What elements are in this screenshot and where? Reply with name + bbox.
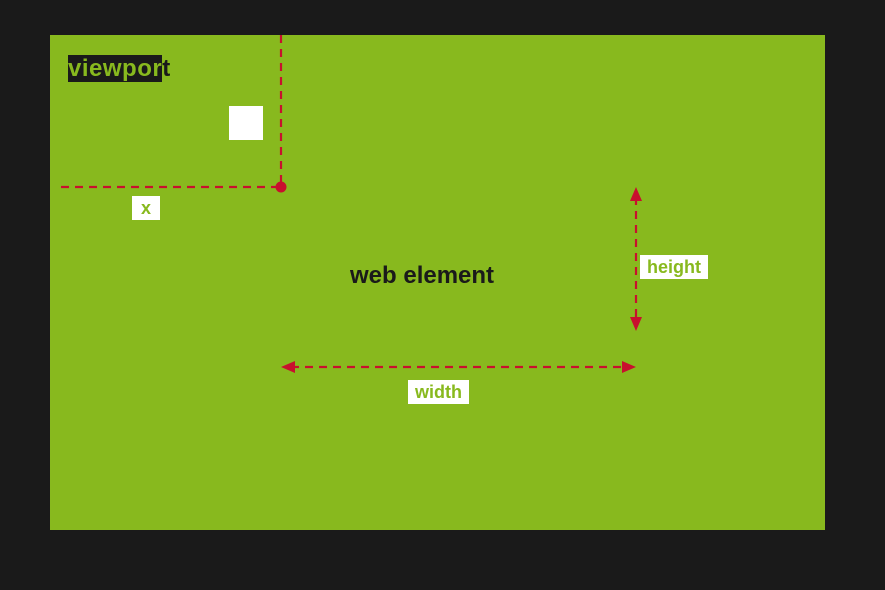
viewport-label-dark: t	[162, 55, 171, 82]
x-label-box: x	[132, 196, 160, 220]
y-label-box	[229, 106, 263, 140]
height-label-box: height	[640, 255, 708, 279]
web-element-label: web element	[350, 262, 494, 290]
viewport-label: viewport	[68, 55, 171, 83]
viewport-label-green: viewpor	[68, 55, 162, 82]
width-label-box: width	[408, 380, 469, 404]
